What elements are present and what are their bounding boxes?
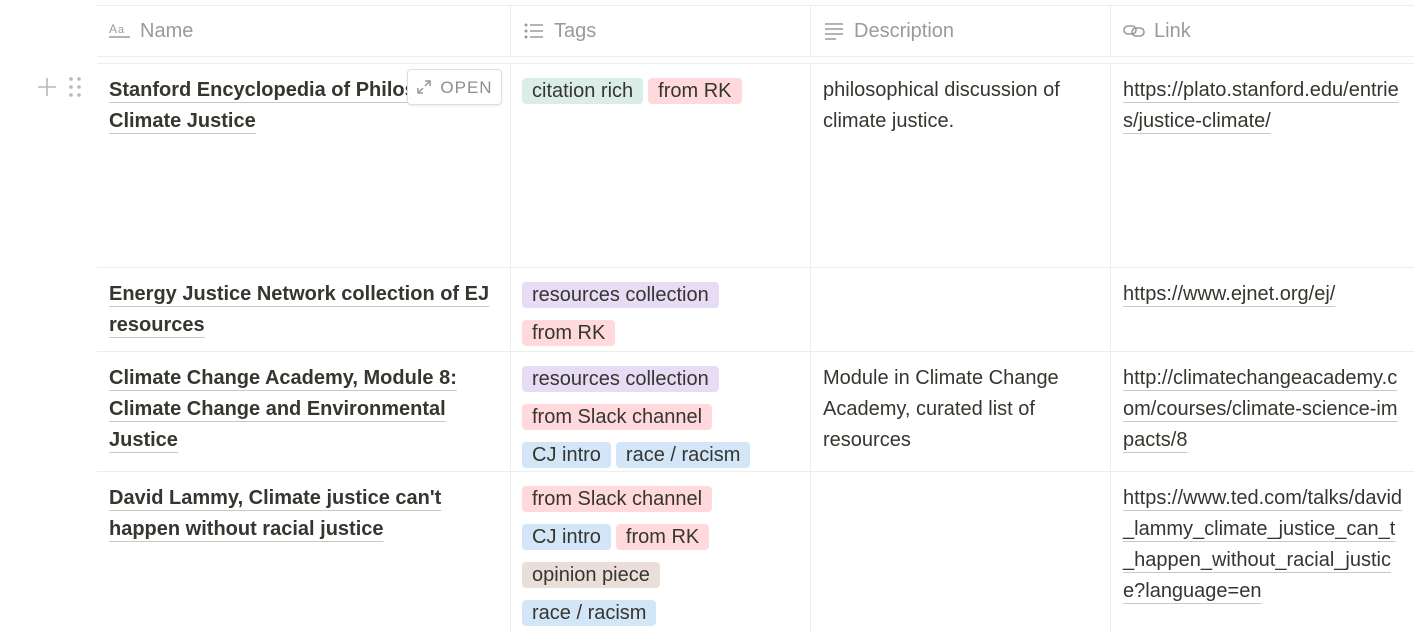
column-label-name: Name [140, 19, 194, 42]
tags-cell[interactable]: from Slack channel CJ intro from RK opinion… [511, 472, 811, 632]
row-controls [36, 76, 82, 98]
paragraph-property-icon [823, 20, 845, 42]
tags-cell[interactable]: resources collection from RK [511, 268, 811, 351]
description-text: Module in Climate Change Academy, curate… [823, 367, 1059, 451]
column-label-tags: Tags [554, 19, 597, 42]
tags-cell[interactable]: citation rich from RK [511, 64, 811, 267]
tag-pill: resources collection [522, 282, 719, 308]
tag-pill: race / racism [522, 600, 657, 626]
name-cell[interactable]: Energy Justice Network collection of EJ … [97, 268, 511, 351]
tag-pill: resources collection [522, 366, 719, 392]
tag-pill: CJ intro [522, 524, 611, 550]
description-cell[interactable]: Module in Climate Change Academy, curate… [811, 352, 1111, 471]
list-property-icon [523, 20, 545, 42]
tag-pill: from RK [522, 320, 616, 346]
tags-cell[interactable]: resources collection from Slack channel CJ… [511, 352, 811, 471]
tag-pill: race / racism [615, 442, 751, 468]
name-cell[interactable]: David Lammy, Climate justice can't happe… [97, 472, 511, 632]
table-row[interactable]: Energy Justice Network collection of EJ … [97, 268, 1414, 352]
column-header-tags[interactable]: Tags [511, 6, 811, 56]
column-header-description[interactable]: Description [811, 6, 1111, 56]
column-header-name[interactable]: A a Name [97, 6, 511, 56]
link-property-icon [1123, 20, 1145, 42]
tag-pill: from RK [615, 524, 710, 550]
table-row[interactable]: David Lammy, Climate justice can't happe… [97, 472, 1414, 632]
svg-text:A: A [109, 22, 117, 36]
name-cell[interactable]: Climate Change Academy, Module 8: Climat… [97, 352, 511, 471]
tag-pill: from Slack channel [522, 404, 713, 430]
column-label-link: Link [1154, 19, 1191, 42]
page-title-link[interactable]: David Lammy, Climate justice can't happe… [109, 487, 441, 540]
table-row[interactable]: Climate Change Academy, Module 8: Climat… [97, 352, 1414, 472]
database-table: A a Name Tags Description Link Stanford … [97, 5, 1414, 632]
tag-pill: from Slack channel [522, 486, 713, 512]
open-button-label: OPEN [440, 77, 493, 97]
drag-handle-icon[interactable] [68, 76, 82, 98]
url-link[interactable]: https://www.ted.com/talks/david_lammy_cl… [1123, 487, 1402, 602]
column-header-link[interactable]: Link [1111, 6, 1414, 56]
url-link[interactable]: http://climatechangeacademy.com/courses/… [1123, 367, 1398, 451]
url-link[interactable]: https://www.ejnet.org/ej/ [1123, 283, 1335, 305]
svg-text:a: a [118, 24, 125, 36]
add-row-plus-icon[interactable] [36, 76, 58, 98]
tag-pill: from RK [648, 78, 742, 104]
tag-pill: CJ intro [522, 442, 611, 468]
page-title-link[interactable]: Climate Change Academy, Module 8: Climat… [109, 367, 457, 451]
link-cell[interactable]: https://plato.stanford.edu/entries/justi… [1111, 64, 1414, 267]
table-row[interactable]: Stanford Encyclopedia of Philosophy: Cli… [97, 64, 1414, 268]
link-cell[interactable]: https://www.ted.com/talks/david_lammy_cl… [1111, 472, 1414, 632]
description-cell[interactable] [811, 268, 1111, 351]
expand-arrow-icon [416, 79, 432, 95]
description-cell[interactable]: philosophical discussion of climate just… [811, 64, 1111, 267]
name-cell[interactable]: Stanford Encyclopedia of Philosophy: Cli… [97, 64, 511, 267]
open-page-button[interactable]: OPEN [407, 69, 502, 105]
header-spacer [97, 57, 1414, 64]
tag-pill: opinion piece [522, 562, 660, 588]
description-text: philosophical discussion of climate just… [823, 79, 1060, 132]
link-cell[interactable]: https://www.ejnet.org/ej/ [1111, 268, 1414, 351]
description-cell[interactable] [811, 472, 1111, 632]
column-label-description: Description [854, 19, 955, 42]
table-header: A a Name Tags Description Link [97, 5, 1414, 57]
link-cell[interactable]: http://climatechangeacademy.com/courses/… [1111, 352, 1414, 471]
page-title-link[interactable]: Energy Justice Network collection of EJ … [109, 283, 489, 336]
url-link[interactable]: https://plato.stanford.edu/entries/justi… [1123, 79, 1399, 132]
tag-pill: citation rich [522, 78, 644, 104]
text-property-icon: A a [109, 20, 131, 42]
